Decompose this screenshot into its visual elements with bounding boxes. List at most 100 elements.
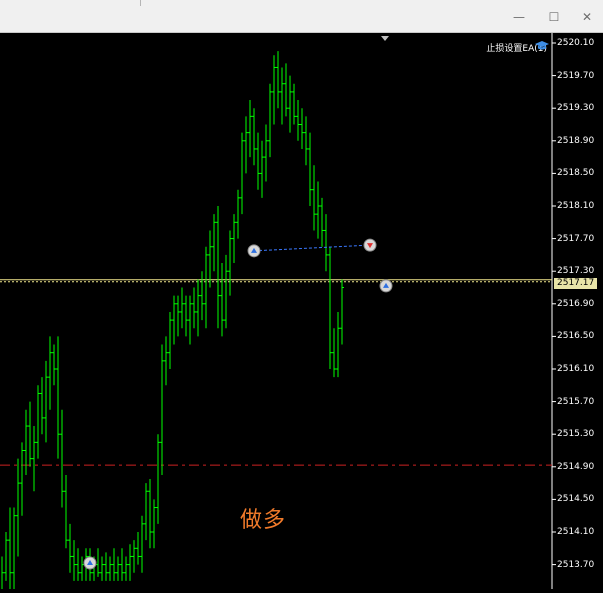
ohlc-bar xyxy=(72,540,76,581)
ohlc-bar xyxy=(208,230,212,288)
ohlc-bar xyxy=(104,552,108,581)
ohlc-bar xyxy=(16,458,20,557)
ohlc-bar xyxy=(228,230,232,296)
ohlc-bar xyxy=(204,246,208,329)
ohlc-bar xyxy=(260,140,264,198)
ohlc-bar xyxy=(28,401,32,467)
ohlc-bar xyxy=(328,246,332,369)
ohlc-bar xyxy=(168,311,172,369)
buy-arrow-icon[interactable] xyxy=(83,556,97,570)
ohlc-bar xyxy=(280,67,284,125)
ohlc-bar xyxy=(48,336,52,410)
ohlc-bar xyxy=(172,295,176,345)
price-axis-label: 2516.10 xyxy=(557,364,595,374)
ohlc-bar xyxy=(116,556,120,581)
ohlc-bar xyxy=(320,197,324,247)
ohlc-bar xyxy=(244,116,248,174)
ohlc-bar xyxy=(100,556,104,581)
ohlc-bar xyxy=(316,181,320,239)
titlebar-divider xyxy=(140,0,141,6)
price-axis-label: 2519.70 xyxy=(557,70,595,81)
ohlc-bar xyxy=(148,479,152,549)
ohlc-bar xyxy=(276,51,280,109)
window-titlebar: — ☐ ✕ xyxy=(0,0,603,33)
ohlc-bar xyxy=(232,214,236,264)
ohlc-bar xyxy=(132,540,136,573)
ohlc-bar xyxy=(156,434,160,524)
ohlc-bar xyxy=(124,556,128,581)
ohlc-bar xyxy=(52,344,56,386)
ohlc-bar xyxy=(292,83,296,125)
ohlc-bar xyxy=(188,295,192,345)
current-price-tag: 2517.17 xyxy=(554,278,597,289)
ohlc-bar xyxy=(164,336,168,386)
ohlc-bar xyxy=(304,116,308,166)
ohlc-bar xyxy=(284,63,288,117)
price-axis-label: 2516.90 xyxy=(557,298,595,309)
ohlc-bar xyxy=(340,279,344,345)
price-axis-label: 2513.70 xyxy=(557,559,595,570)
ohlc-bar xyxy=(180,287,184,329)
ohlc-bar xyxy=(324,214,328,272)
ohlc-bar xyxy=(108,556,112,581)
minimize-icon[interactable]: — xyxy=(511,9,527,25)
ohlc-bar xyxy=(184,295,188,337)
price-axis-label: 2516.50 xyxy=(557,331,595,342)
ohlc-bar xyxy=(312,165,316,231)
trade-link-line xyxy=(253,244,371,252)
price-axis-label: 2520.10 xyxy=(557,38,595,48)
ohlc-bar xyxy=(264,124,268,182)
maximize-icon[interactable]: ☐ xyxy=(546,9,562,25)
ohlc-bar xyxy=(40,377,44,435)
ohlc-bar xyxy=(160,344,164,475)
sell-arrow-icon[interactable] xyxy=(363,238,377,252)
ohlc-bar xyxy=(240,132,244,215)
ohlc-bar xyxy=(120,548,124,581)
ohlc-bar xyxy=(56,336,60,459)
ohlc-bar xyxy=(96,548,100,577)
ohlc-bar xyxy=(248,100,252,158)
ohlc-bar xyxy=(308,132,312,206)
close-icon[interactable]: ✕ xyxy=(579,9,595,25)
price-chart[interactable] xyxy=(0,33,603,593)
ohlc-bar xyxy=(196,279,200,337)
overlay-text: 做多 xyxy=(240,508,287,533)
price-axis-label: 2515.70 xyxy=(557,396,595,407)
price-axis-label: 2515.30 xyxy=(557,429,595,440)
ohlc-bar xyxy=(336,311,340,378)
ohlc-bar xyxy=(44,360,48,443)
ohlc-bar xyxy=(152,499,156,549)
ohlc-bar xyxy=(8,507,12,593)
buy-arrow-icon[interactable] xyxy=(247,244,261,258)
chart-canvas[interactable] xyxy=(0,33,603,593)
price-axis-label: 2514.10 xyxy=(557,527,595,537)
ohlc-bar xyxy=(112,548,116,581)
ohlc-bar xyxy=(212,214,216,272)
ohlc-bar xyxy=(216,206,220,329)
ohlc-bar xyxy=(300,108,304,149)
price-axis-label: 2517.70 xyxy=(557,233,595,244)
ohlc-bar xyxy=(256,132,260,190)
ohlc-bar xyxy=(176,295,180,337)
ohlc-bar xyxy=(60,409,64,508)
ohlc-bar xyxy=(0,556,4,593)
ohlc-bar xyxy=(296,100,300,141)
buy-arrow-icon[interactable] xyxy=(379,279,393,293)
ohlc-bar xyxy=(272,55,276,125)
graduation-cap-icon xyxy=(535,41,549,50)
ohlc-bar xyxy=(236,189,240,239)
ohlc-bar xyxy=(288,75,292,133)
ohlc-bar xyxy=(36,385,40,459)
ohlc-bar xyxy=(64,474,68,549)
ohlc-bar xyxy=(220,263,224,337)
ohlc-bar xyxy=(20,442,24,516)
ohlc-bar xyxy=(224,254,228,329)
ohlc-bar xyxy=(200,271,204,321)
chart-shift-marker-icon[interactable] xyxy=(381,36,389,41)
ohlc-bar xyxy=(192,287,196,329)
ohlc-bar xyxy=(76,548,80,581)
price-axis-label: 2517.30 xyxy=(557,266,595,277)
ohlc-bar xyxy=(136,532,140,565)
price-axis-label: 2518.50 xyxy=(557,168,595,179)
ohlc-bar xyxy=(144,483,148,541)
